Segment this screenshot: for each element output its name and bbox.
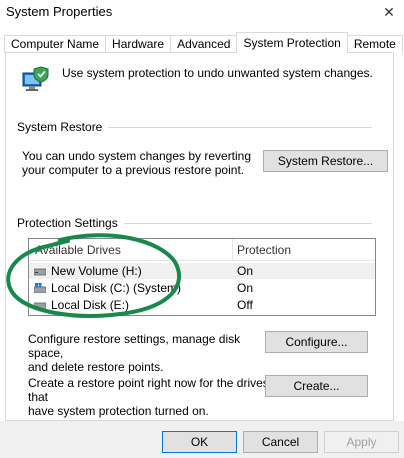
windows-drive-icon <box>34 283 46 293</box>
description-line: and delete restore points. <box>28 360 164 374</box>
intro-text: Use system protection to undo unwanted s… <box>62 66 373 80</box>
drive-protection: On <box>237 264 254 278</box>
system-restore-description: You can undo system changes by reverting… <box>22 149 252 177</box>
drive-protection: On <box>237 281 254 295</box>
title-bar: System Properties ✕ <box>0 0 404 30</box>
tab-remote[interactable]: Remote <box>346 35 403 53</box>
divider <box>98 127 372 128</box>
ok-button[interactable]: OK <box>162 431 237 453</box>
dialog-footer: OK Cancel Apply <box>0 421 404 458</box>
tab-panel: Use system protection to undo unwanted s… <box>5 52 394 421</box>
description-line: Configure restore settings, manage disk … <box>28 332 241 360</box>
apply-button[interactable]: Apply <box>324 431 399 453</box>
divider <box>120 223 372 224</box>
list-item[interactable]: Local Disk (C:) (System) On <box>29 280 375 296</box>
column-protection[interactable]: Protection <box>237 243 291 257</box>
list-header: Available Drives Protection <box>29 239 375 261</box>
create-description: Create a restore point right now for the… <box>28 376 278 418</box>
description-line: You can undo system changes by reverting <box>22 149 252 163</box>
tab-strip: Computer Name Hardware Advanced System P… <box>4 32 403 53</box>
tab-system-protection[interactable]: System Protection <box>236 32 348 53</box>
system-restore-heading: System Restore <box>17 120 109 134</box>
tab-advanced[interactable]: Advanced <box>170 35 238 53</box>
configure-description: Configure restore settings, manage disk … <box>28 332 268 374</box>
cancel-button[interactable]: Cancel <box>243 431 318 453</box>
drive-protection: Off <box>237 298 253 312</box>
list-item[interactable]: New Volume (H:) On <box>29 263 375 279</box>
description-line: your computer to a previous restore poin… <box>22 163 245 177</box>
column-divider[interactable] <box>232 239 233 261</box>
configure-button[interactable]: Configure... <box>265 331 368 353</box>
window-title: System Properties <box>6 4 113 19</box>
drive-icon <box>34 268 46 276</box>
tab-computer-name[interactable]: Computer Name <box>4 35 107 53</box>
drive-name: Local Disk (E:) <box>51 298 130 312</box>
column-available-drives[interactable]: Available Drives <box>35 243 121 257</box>
system-restore-button[interactable]: System Restore... <box>263 150 388 172</box>
close-button[interactable]: ✕ <box>374 0 404 24</box>
description-line: have system protection turned on. <box>28 404 209 418</box>
tab-hardware[interactable]: Hardware <box>105 35 172 53</box>
drive-name: Local Disk (C:) (System) <box>51 281 182 295</box>
drives-list[interactable]: Available Drives Protection New Volume (… <box>28 238 376 316</box>
list-item[interactable]: Local Disk (E:) Off <box>29 297 375 313</box>
protection-settings-heading: Protection Settings <box>17 216 124 230</box>
drive-icon <box>34 302 46 310</box>
computer-shield-icon <box>22 66 49 91</box>
close-icon: ✕ <box>383 3 395 20</box>
create-button[interactable]: Create... <box>265 375 368 397</box>
description-line: Create a restore point right now for the… <box>28 376 269 404</box>
drive-name: New Volume (H:) <box>51 264 142 278</box>
